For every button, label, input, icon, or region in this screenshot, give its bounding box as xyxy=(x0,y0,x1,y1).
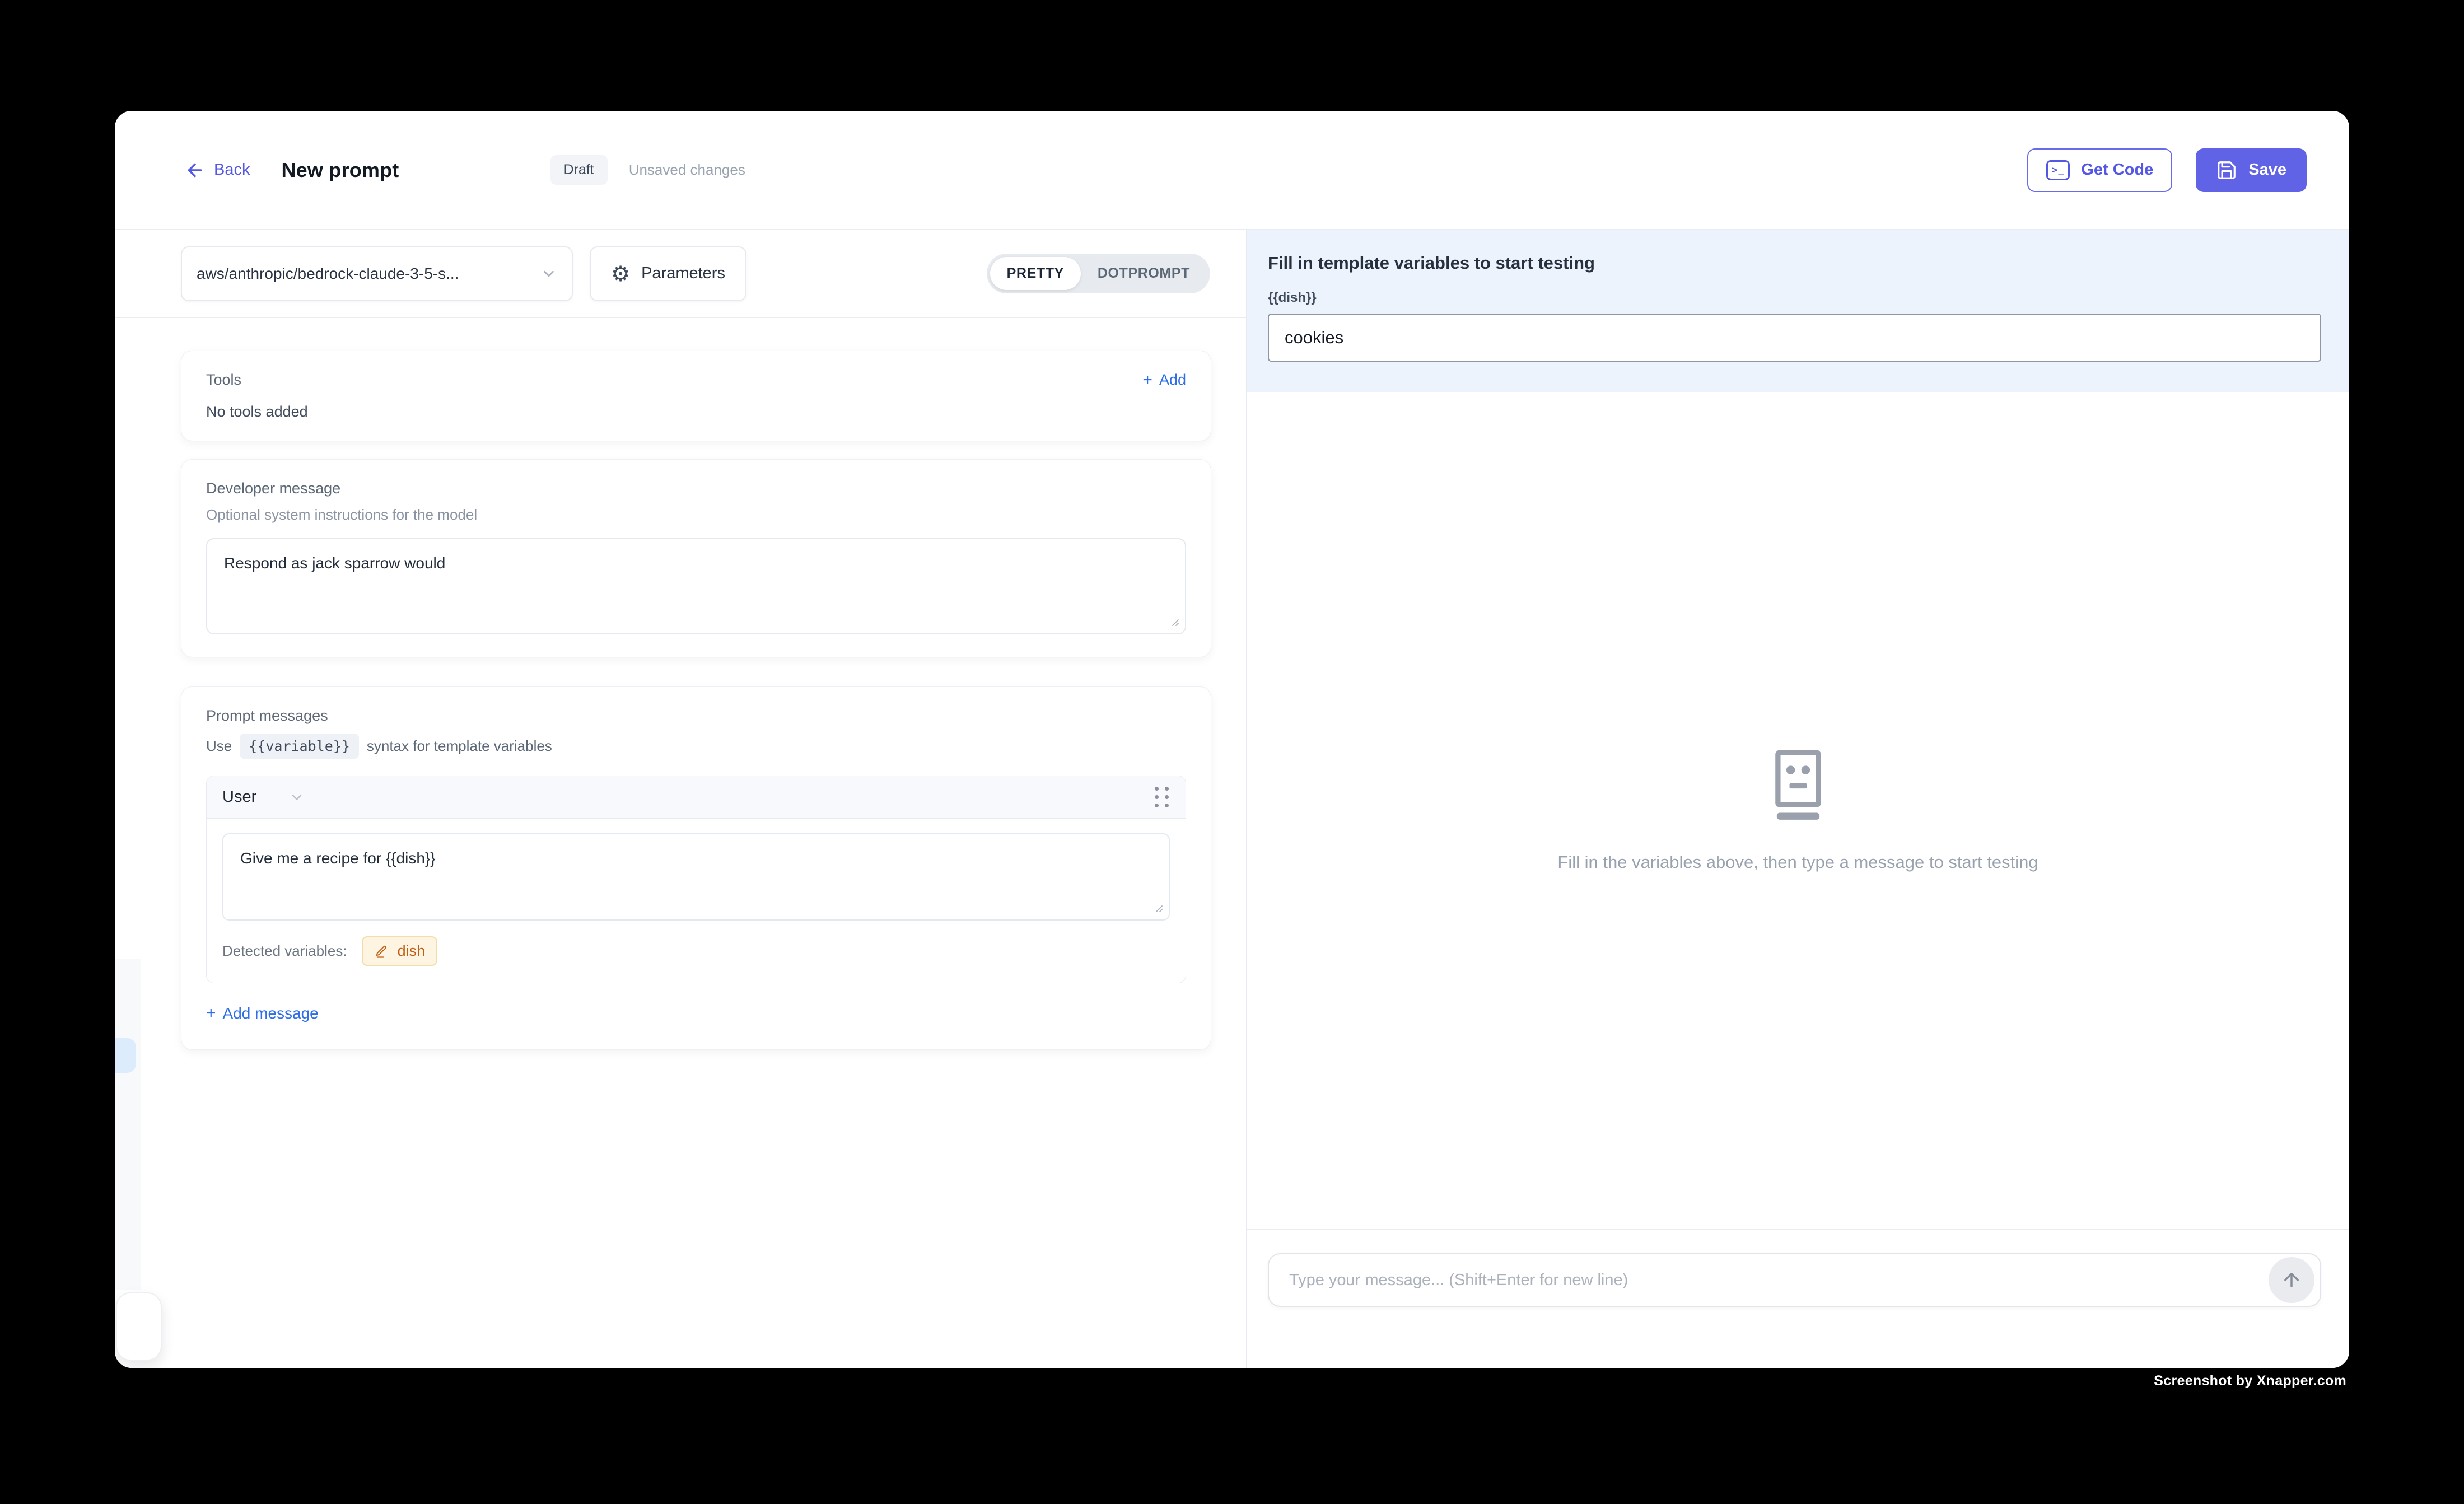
chevron-down-icon xyxy=(540,265,557,282)
variable-chip-label: dish xyxy=(398,942,426,960)
plus-icon: + xyxy=(1142,372,1152,389)
model-selector-value: aws/anthropic/bedrock-claude-3-5-s... xyxy=(197,265,459,283)
parameters-button[interactable]: ⚙ Parameters xyxy=(590,246,746,301)
status-badge: Draft xyxy=(550,155,608,185)
add-message-label: Add message xyxy=(223,1005,319,1022)
role-label: User xyxy=(222,788,256,806)
subtitle-prefix: Use xyxy=(206,737,232,755)
tab-dotprompt[interactable]: DOTPROMPT xyxy=(1081,257,1207,290)
app-window: Back New prompt Draft Unsaved changes >_… xyxy=(115,111,2349,1368)
message-body: Give me a recipe for {{dish}} Detected v… xyxy=(207,819,1186,983)
format-toggle: PRETTY DOTPROMPT xyxy=(987,254,1210,293)
prompt-editor-pane: aws/anthropic/bedrock-claude-3-5-s... ⚙ … xyxy=(115,230,1246,1368)
template-variables-panel: Fill in template variables to start test… xyxy=(1247,230,2349,392)
add-tool-label: Add xyxy=(1159,371,1186,389)
detected-variables-row: Detected variables: dish xyxy=(222,936,1170,966)
get-code-button[interactable]: >_ Get Code xyxy=(2027,148,2172,192)
resize-handle-icon[interactable] xyxy=(1151,900,1164,914)
watermark: Screenshot by Xnapper.com xyxy=(2154,1373,2346,1389)
editor-scroll-area: Tools + Add No tools added Developer mes… xyxy=(115,318,1246,1368)
tools-card-header: Tools + Add xyxy=(206,371,1186,389)
chevron-down-icon xyxy=(289,790,305,805)
variable-name-label: {{dish}} xyxy=(1268,290,2321,306)
add-tool-button[interactable]: + Add xyxy=(1142,371,1186,389)
developer-message-card: Developer message Optional system instru… xyxy=(181,459,1211,657)
resize-handle-icon[interactable] xyxy=(1167,614,1180,628)
developer-message-subtitle: Optional system instructions for the mod… xyxy=(206,506,1186,524)
header-actions: >_ Get Code Save xyxy=(2027,148,2307,192)
drag-handle[interactable] xyxy=(1155,787,1170,807)
model-selector[interactable]: aws/anthropic/bedrock-claude-3-5-s... xyxy=(181,246,573,301)
tab-pretty[interactable]: PRETTY xyxy=(990,257,1081,290)
add-message-button[interactable]: + Add message xyxy=(206,1005,1186,1022)
prompt-messages-title: Prompt messages xyxy=(206,707,1186,725)
sidebar-remnant-highlight xyxy=(115,1038,136,1073)
header: Back New prompt Draft Unsaved changes >_… xyxy=(115,111,2349,230)
main-content: aws/anthropic/bedrock-claude-3-5-s... ⚙ … xyxy=(115,230,2349,1368)
editor-toolbar: aws/anthropic/bedrock-claude-3-5-s... ⚙ … xyxy=(115,230,1246,318)
subtitle-suffix: syntax for template variables xyxy=(367,737,552,755)
variable-syntax-chip: {{variable}} xyxy=(240,734,359,759)
parameters-label: Parameters xyxy=(641,264,725,283)
send-button[interactable] xyxy=(2269,1257,2314,1303)
back-button[interactable]: Back xyxy=(185,160,250,180)
robot-face-icon xyxy=(1769,749,1827,822)
sidebar-remnant-strip xyxy=(115,959,141,1290)
arrow-up-icon xyxy=(2281,1269,2302,1291)
variable-chip-dish[interactable]: dish xyxy=(362,936,438,966)
developer-textarea-wrap: Respond as jack sparrow would xyxy=(206,538,1186,634)
prompt-messages-card: Prompt messages Use {{variable}} syntax … xyxy=(181,686,1211,1050)
unsaved-changes-text: Unsaved changes xyxy=(629,161,745,179)
tools-card: Tools + Add No tools added xyxy=(181,351,1211,441)
developer-message-textarea[interactable]: Respond as jack sparrow would xyxy=(206,538,1186,634)
desktop-backdrop: { "header": { "back_label": "Back", "tit… xyxy=(0,0,2464,1504)
empty-state-text: Fill in the variables above, then type a… xyxy=(1557,852,2038,872)
save-button[interactable]: Save xyxy=(2196,148,2307,192)
page-title: New prompt xyxy=(281,158,399,182)
message-input-wrap xyxy=(1268,1253,2321,1307)
message-block: User Give me a recipe for {{ xyxy=(206,776,1186,983)
message-header: User xyxy=(207,776,1186,819)
edit-pencil-icon xyxy=(374,943,390,959)
developer-message-title: Developer message xyxy=(206,480,1186,497)
save-floppy-icon xyxy=(2216,160,2237,181)
back-label: Back xyxy=(214,161,250,179)
user-message-textarea[interactable]: Give me a recipe for {{dish}} xyxy=(222,833,1170,921)
plus-icon: + xyxy=(206,1005,216,1022)
user-textarea-wrap: Give me a recipe for {{dish}} xyxy=(222,833,1170,921)
prompt-messages-subtitle: Use {{variable}} syntax for template var… xyxy=(206,734,1186,759)
message-composer xyxy=(1247,1229,2349,1368)
test-pane: Fill in template variables to start test… xyxy=(1246,230,2349,1368)
variable-value-input[interactable] xyxy=(1268,314,2321,362)
terminal-icon: >_ xyxy=(2046,160,2070,180)
tools-empty-text: No tools added xyxy=(206,403,1186,421)
tools-title: Tools xyxy=(206,371,241,389)
back-arrow-icon xyxy=(185,160,205,180)
role-selector[interactable]: User xyxy=(222,788,305,806)
message-input[interactable] xyxy=(1268,1253,2321,1307)
gear-icon: ⚙ xyxy=(611,263,630,284)
save-label: Save xyxy=(2248,161,2286,179)
get-code-label: Get Code xyxy=(2081,161,2153,179)
detected-variables-label: Detected variables: xyxy=(222,942,347,960)
template-variables-title: Fill in template variables to start test… xyxy=(1268,253,2321,273)
floating-corner-card xyxy=(116,1292,162,1361)
chat-empty-state: Fill in the variables above, then type a… xyxy=(1247,392,2349,1229)
